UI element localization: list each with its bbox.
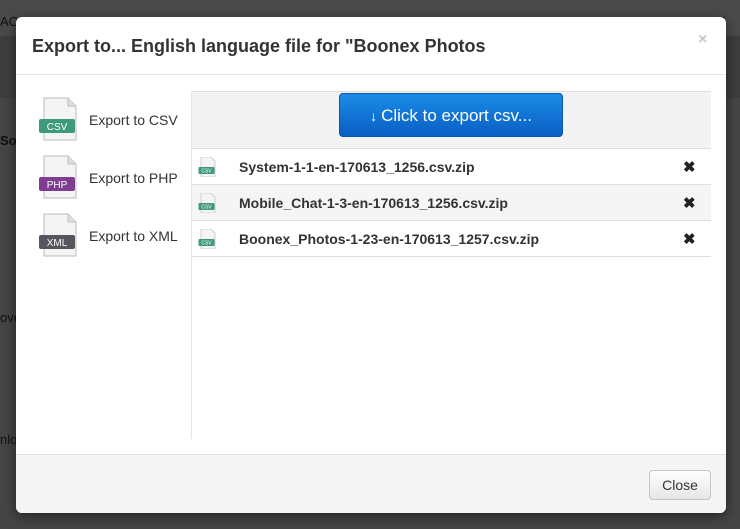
svg-text:CSV: CSV (201, 205, 212, 211)
export-csv-button[interactable]: ↓ Click to export csv... (339, 93, 563, 137)
csv-file-icon: CSV (198, 157, 216, 177)
file-download-link[interactable]: Mobile_Chat-1-3-en-170613_1256.csv.zip (239, 195, 508, 211)
export-to-csv-item[interactable]: CSV Export to CSV (38, 97, 188, 155)
svg-text:PHP: PHP (47, 180, 68, 191)
file-download-link[interactable]: System-1-1-en-170613_1256.csv.zip (239, 159, 475, 175)
xml-file-icon: XML (39, 213, 77, 257)
file-row: CSV System-1-1-en-170613_1256.csv.zip ✖ (192, 149, 711, 185)
dialog-footer: Close (16, 454, 726, 513)
export-toolbar: ↓ Click to export csv... (192, 91, 711, 149)
file-row: CSV Mobile_Chat-1-3-en-170613_1256.csv.z… (192, 185, 711, 221)
delete-icon[interactable]: ✖ (683, 158, 696, 176)
export-to-xml-item[interactable]: XML Export to XML (38, 213, 188, 271)
close-button[interactable]: Close (649, 470, 711, 500)
file-row: CSV Boonex_Photos-1-23-en-170613_1257.cs… (192, 221, 711, 257)
export-format-nav: CSV Export to CSV PHP Export to PHP XML … (38, 97, 188, 271)
close-icon[interactable]: × (698, 31, 707, 49)
export-to-php-label: Export to PHP (89, 170, 178, 186)
csv-file-icon: CSV (198, 229, 216, 249)
export-to-csv-label: Export to CSV (89, 112, 178, 128)
background-text: So (0, 133, 17, 148)
svg-text:CSV: CSV (201, 241, 212, 247)
export-to-php-item[interactable]: PHP Export to PHP (38, 155, 188, 213)
export-csv-label: Click to export csv... (381, 106, 532, 125)
dialog-title: Export to... English language file for "… (32, 36, 486, 56)
csv-file-icon: CSV (198, 193, 216, 213)
delete-icon[interactable]: ✖ (683, 194, 696, 212)
file-download-link[interactable]: Boonex_Photos-1-23-en-170613_1257.csv.zi… (239, 231, 539, 247)
svg-text:CSV: CSV (201, 169, 212, 175)
exported-file-list: CSV System-1-1-en-170613_1256.csv.zip ✖ … (192, 149, 711, 257)
export-to-xml-label: Export to XML (89, 228, 178, 244)
background-text: nlo (0, 432, 18, 447)
php-file-icon: PHP (39, 155, 77, 199)
csv-file-icon: CSV (39, 97, 77, 141)
delete-icon[interactable]: ✖ (683, 230, 696, 248)
export-dialog: Export to... English language file for "… (16, 17, 726, 513)
svg-text:CSV: CSV (47, 122, 68, 133)
svg-text:XML: XML (47, 238, 68, 249)
arrow-down-icon: ↓ (370, 108, 378, 124)
dialog-header: Export to... English language file for "… (16, 17, 726, 75)
